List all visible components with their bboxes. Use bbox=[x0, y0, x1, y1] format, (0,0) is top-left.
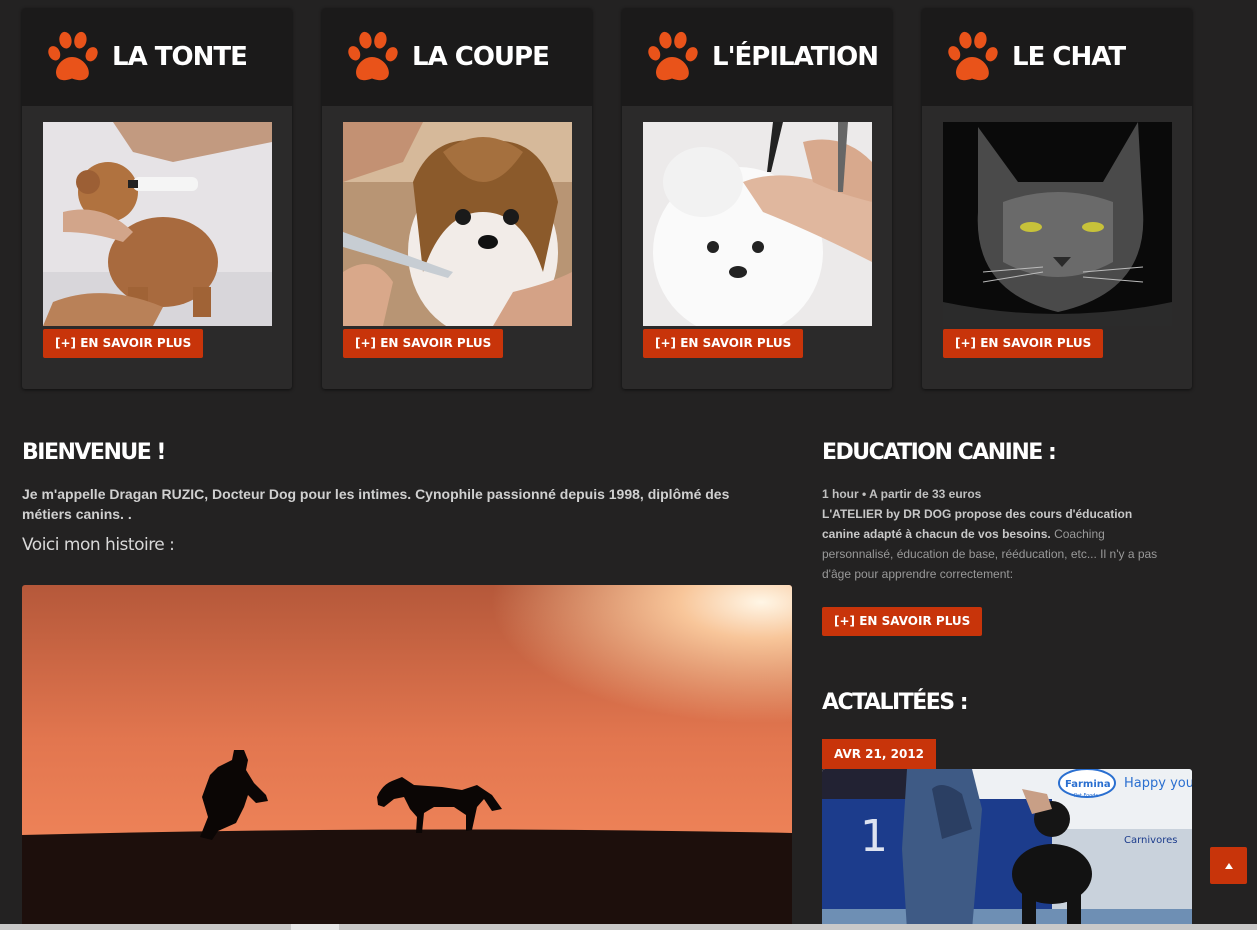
more-button[interactable]: [+] EN SAVOIR PLUS bbox=[343, 329, 504, 358]
service-card-epilation: L'ÉPILATION [+] EN SAVOIR PLUS bbox=[622, 8, 892, 389]
paw-icon bbox=[644, 29, 700, 85]
service-card-tonte: LA TONTE [+] EN SAVOIR PLUS bbox=[22, 8, 292, 389]
card-header: LA TONTE bbox=[22, 8, 292, 106]
card-title: L'ÉPILATION bbox=[712, 42, 879, 72]
welcome-heading: BIENVENUE ! bbox=[22, 440, 166, 465]
photo-sign-text: Farmina bbox=[1065, 779, 1111, 790]
paw-icon bbox=[344, 29, 400, 85]
grey-cat-photo[interactable] bbox=[943, 122, 1172, 326]
photo-banner-text: Happy you bbox=[1124, 776, 1192, 791]
news-heading: ACTALITÉES : bbox=[822, 690, 969, 715]
story-label: Voici mon histoire : bbox=[22, 535, 175, 555]
card-title: LA COUPE bbox=[412, 42, 550, 72]
education-meta: 1 hour • A partir de 33 euros bbox=[822, 487, 982, 501]
card-title: LE CHAT bbox=[1012, 42, 1126, 72]
horizontal-scrollbar[interactable] bbox=[0, 924, 1257, 930]
paw-icon bbox=[944, 29, 1000, 85]
shih-tzu-scissors-photo[interactable] bbox=[343, 122, 572, 326]
card-header: L'ÉPILATION bbox=[622, 8, 892, 106]
scrollbar-thumb[interactable] bbox=[291, 924, 339, 930]
more-button[interactable]: [+] EN SAVOIR PLUS bbox=[943, 329, 1104, 358]
photo-number-text: 1 bbox=[860, 811, 888, 862]
service-card-chat: LE CHAT [+] EN SAVOIR PLUS bbox=[922, 8, 1192, 389]
welcome-text: Je m'appelle Dragan RUZIC, Docteur Dog p… bbox=[22, 486, 730, 522]
back-to-top-button[interactable] bbox=[1210, 847, 1247, 884]
photo-sign-sub: Pet Foods bbox=[1074, 793, 1098, 799]
card-header: LE CHAT bbox=[922, 8, 1192, 106]
dog-show-photo[interactable]: 1 Farmina Pet Foods Happy you Carnivores bbox=[822, 769, 1192, 930]
education-description: L'ATELIER by DR DOG propose des cours d'… bbox=[822, 504, 1172, 584]
card-header: LA COUPE bbox=[322, 8, 592, 106]
services-section: LA TONTE [+] EN SAVOIR PLUS LA COUPE [+]… bbox=[22, 8, 1192, 389]
service-card-coupe: LA COUPE [+] EN SAVOIR PLUS bbox=[322, 8, 592, 389]
paw-icon bbox=[44, 29, 100, 85]
photo-sign2-text: Carnivores bbox=[1124, 835, 1177, 846]
news-date-badge: AVR 21, 2012 bbox=[822, 739, 937, 769]
sunset-dog-silhouette-photo[interactable] bbox=[22, 585, 792, 930]
caret-up-icon bbox=[1224, 862, 1233, 869]
white-dog-grooming-photo[interactable] bbox=[643, 122, 872, 326]
education-more-button[interactable]: [+] EN SAVOIR PLUS bbox=[822, 607, 983, 636]
card-title: LA TONTE bbox=[112, 42, 248, 72]
more-button[interactable]: [+] EN SAVOIR PLUS bbox=[43, 329, 204, 358]
more-button[interactable]: [+] EN SAVOIR PLUS bbox=[643, 329, 804, 358]
education-heading: EDUCATION CANINE : bbox=[822, 440, 1057, 465]
poodle-grooming-photo[interactable] bbox=[43, 122, 272, 326]
